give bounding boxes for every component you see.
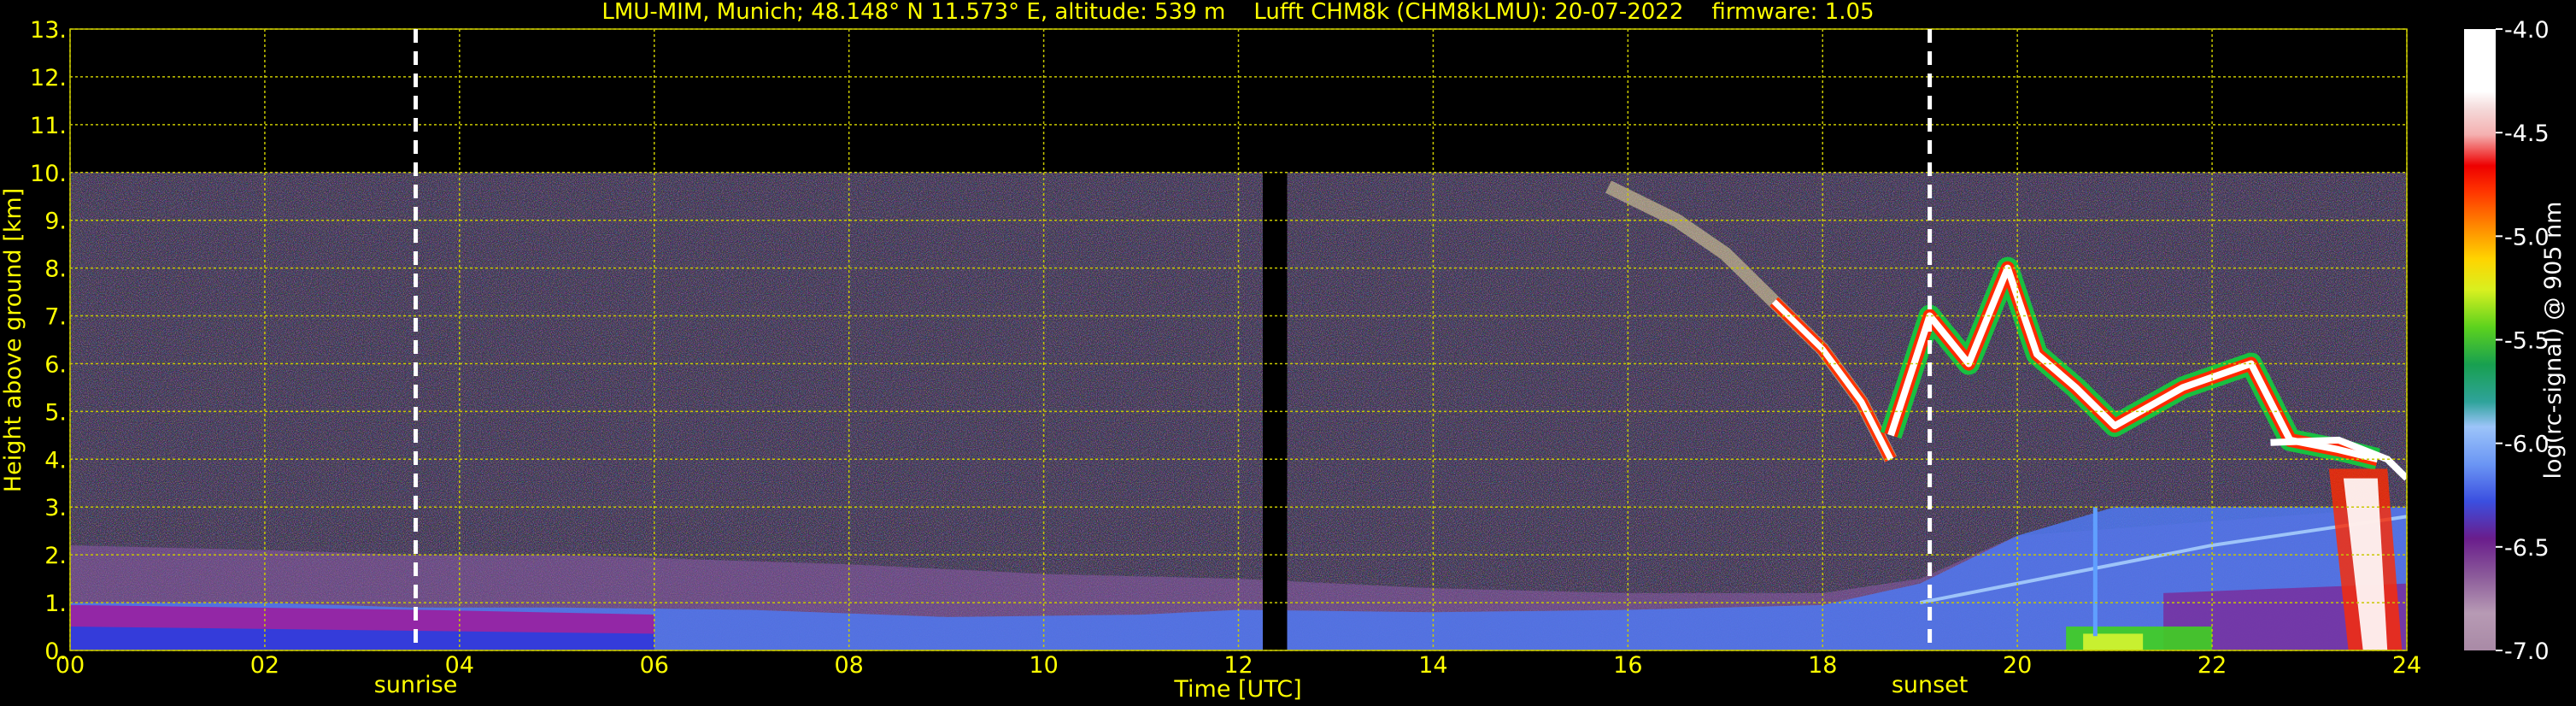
x-tick-label: 06 [640, 652, 669, 679]
y-tick-label: 0. [44, 638, 67, 665]
y-tick-label: 5. [44, 399, 67, 426]
chart-title: LMU-MIM, Munich; 48.148° N 11.573° E, al… [601, 0, 1874, 25]
colorbar-label: log(rc-signal) @ 905 nm [2540, 202, 2567, 479]
y-tick-label: 13. [30, 17, 67, 44]
x-tick-label: 02 [250, 652, 279, 679]
y-tick-label: 10. [30, 161, 67, 187]
y-tick-label: 12. [30, 65, 67, 91]
x-tick-label: 10 [1029, 652, 1058, 679]
ceilometer-chart: sunrise sunset 00 02 04 06 08 10 12 14 16 18 20 22 24… [0, 0, 2567, 703]
x-tick-label: 04 [445, 652, 474, 679]
colorbar [2464, 29, 2496, 650]
colorbar-tick-label: -4.5 [2504, 121, 2550, 147]
x-tick-label: 20 [2003, 652, 2032, 679]
y-tick-label: 9. [44, 209, 67, 235]
x-axis-label: Time [UTC] [1173, 676, 1301, 703]
x-tick-label: 12 [1223, 652, 1253, 679]
y-tick-label: 11. [30, 113, 67, 139]
x-tick-label: 18 [1808, 652, 1837, 679]
annotation-label-sunset: sunset [1892, 672, 1969, 698]
y-tick-label: 3. [44, 495, 67, 521]
colorbar-tick-label: -7.0 [2504, 638, 2550, 665]
x-tick-label: 14 [1418, 652, 1447, 679]
y-tick-label: 4. [44, 447, 67, 474]
x-tick-label: 16 [1613, 652, 1642, 679]
colorbar-tick-label: -4.0 [2504, 17, 2550, 44]
y-tick-label: 2. [44, 543, 67, 569]
x-tick-label: 24 [2392, 652, 2421, 679]
y-tick-label: 6. [44, 351, 67, 378]
y-tick-label: 7. [44, 304, 67, 331]
y-axis-label: Height above ground [km] [0, 188, 26, 492]
x-tick-label: 08 [834, 652, 863, 679]
y-tick-labels: 0. 1. 2. 3. 4. 5. 6. 7. 8. 9. 10. 11. 12. 13. [30, 17, 67, 665]
colorbar-tick-label: -6.5 [2504, 535, 2550, 562]
x-tick-label: 22 [2198, 652, 2227, 679]
low-cloud-core [2083, 633, 2144, 650]
y-tick-label: 1. [44, 591, 67, 617]
y-tick-label: 8. [44, 256, 67, 283]
